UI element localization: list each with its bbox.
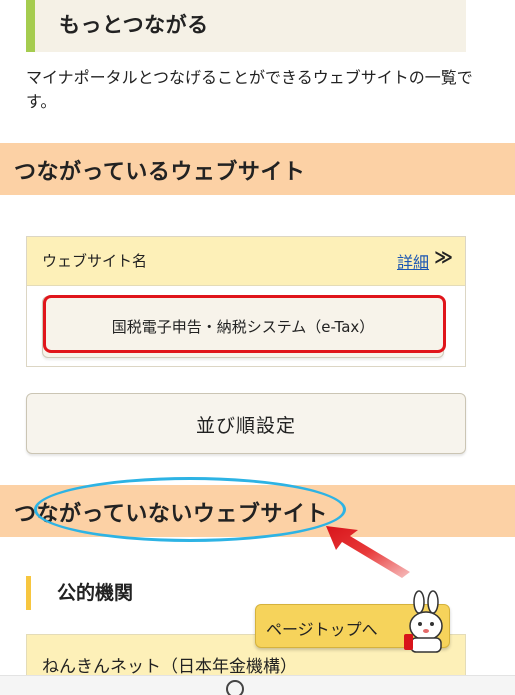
- detail-link[interactable]: 詳細: [397, 249, 429, 273]
- site-button-label: 国税電子申告・納税システム（e-Tax）: [111, 318, 375, 336]
- site-button-etax[interactable]: 国税電子申告・納税システム（e-Tax）: [42, 296, 444, 358]
- sort-order-button-label: 並び順設定: [195, 415, 296, 437]
- page-top-label: ページトップへ: [266, 620, 378, 639]
- home-circle-icon[interactable]: [226, 680, 244, 695]
- intro-text: マイナポータルとつなげることができるウェブサイトの一覧です。: [26, 68, 473, 111]
- connected-section-header: つながっているウェブサイト: [0, 143, 515, 195]
- sort-order-button[interactable]: 並び順設定: [26, 393, 466, 454]
- page-heading: もっとつながる: [26, 0, 466, 52]
- connected-sites-table: ウェブサイト名 詳細 ≫ 国税電子申告・納税システム（e-Tax）: [26, 236, 466, 367]
- browser-bottom-bar: [0, 675, 515, 695]
- chevron-double-right-icon[interactable]: ≫: [434, 247, 453, 268]
- public-institutions-heading: 公的機関: [26, 576, 133, 610]
- page-top-button[interactable]: ページトップへ: [255, 604, 450, 648]
- website-name-column-label: ウェブサイト名: [42, 252, 148, 270]
- table-header: ウェブサイト名 詳細 ≫: [27, 237, 465, 286]
- public-institutions-title: 公的機関: [57, 582, 134, 604]
- page: もっとつながる マイナポータルとつなげることができるウェブサイトの一覧です。 つ…: [0, 0, 515, 695]
- page-title: もっとつながる: [59, 13, 209, 37]
- connected-section-title: つながっているウェブサイト: [14, 160, 306, 185]
- site-row-label: ねんきんネット（日本年金機構）: [42, 657, 297, 677]
- unconnected-section-title: つながっていないウェブサイト: [14, 502, 328, 527]
- unconnected-section-header: つながっていないウェブサイト: [0, 485, 515, 537]
